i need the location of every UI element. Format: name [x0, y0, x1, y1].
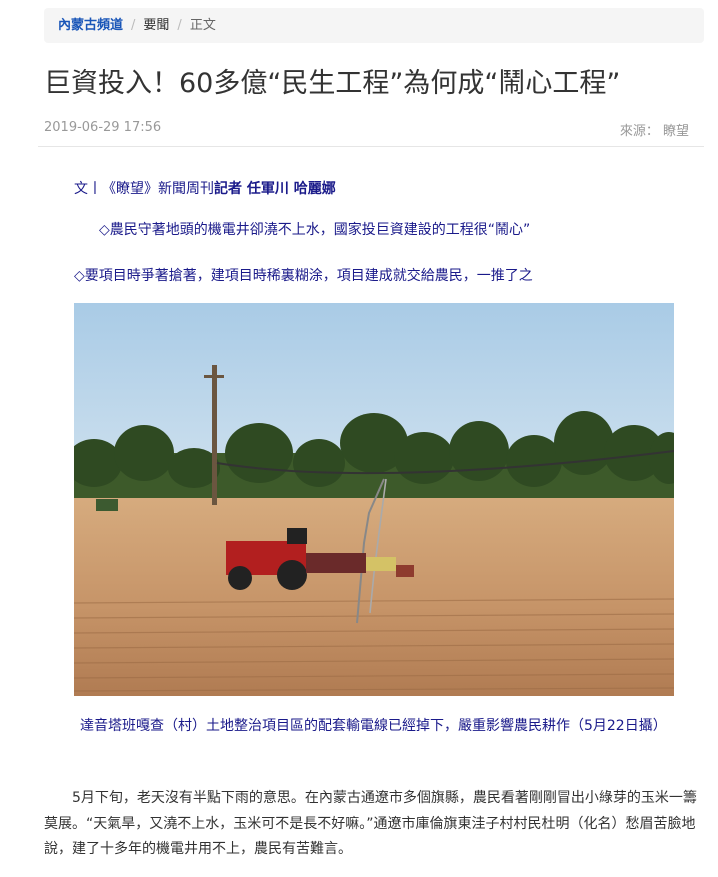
summary-bullet-2: ◇要項目時爭著搶著，建項目時稀裏糊涂，項目建成就交給農民，一推了之 — [74, 268, 533, 284]
photo-caption: 達音塔班嘎查（村）土地整治項目區的配套輸電線已經掉下，嚴重影響農民耕作（5月22… — [80, 718, 667, 734]
article-source: 來源： 瞭望 — [619, 124, 689, 139]
breadcrumb-separator: / — [177, 18, 182, 33]
breadcrumb-current: 正文 — [189, 18, 216, 33]
summary-bullet-1: ◇農民守著地頭的機電井卻澆不上水，國家投巨資建設的工程很“鬧心” — [99, 222, 531, 238]
breadcrumb-section[interactable]: 要聞 — [143, 18, 169, 33]
article-photo — [74, 303, 674, 696]
breadcrumb: 內蒙古頻道 / 要聞 / 正文 — [44, 8, 704, 43]
breadcrumb-channel-link[interactable]: 內蒙古頻道 — [58, 18, 123, 33]
article-paragraph: 5月下旬，老天沒有半點下雨的意思。在內蒙古通遼市多個旗縣，農民看著剛剛冒出小綠芽… — [44, 790, 697, 857]
publish-date: 2019-06-29 17:56 — [44, 120, 162, 135]
article-title: 巨資投入！60多億“民生工程”為何成“鬧心工程” — [44, 68, 621, 99]
breadcrumb-separator: / — [131, 18, 136, 33]
byline-authors: 記者 任軍川 哈麗娜 — [214, 181, 336, 197]
header-divider — [38, 146, 704, 147]
byline-prefix: 文丨《瞭望》新聞周刊 — [74, 181, 214, 197]
byline: 文丨《瞭望》新聞周刊記者 任軍川 哈麗娜 — [74, 178, 336, 198]
article-meta: 2019-06-29 17:56 來源： 瞭望 — [44, 120, 689, 139]
